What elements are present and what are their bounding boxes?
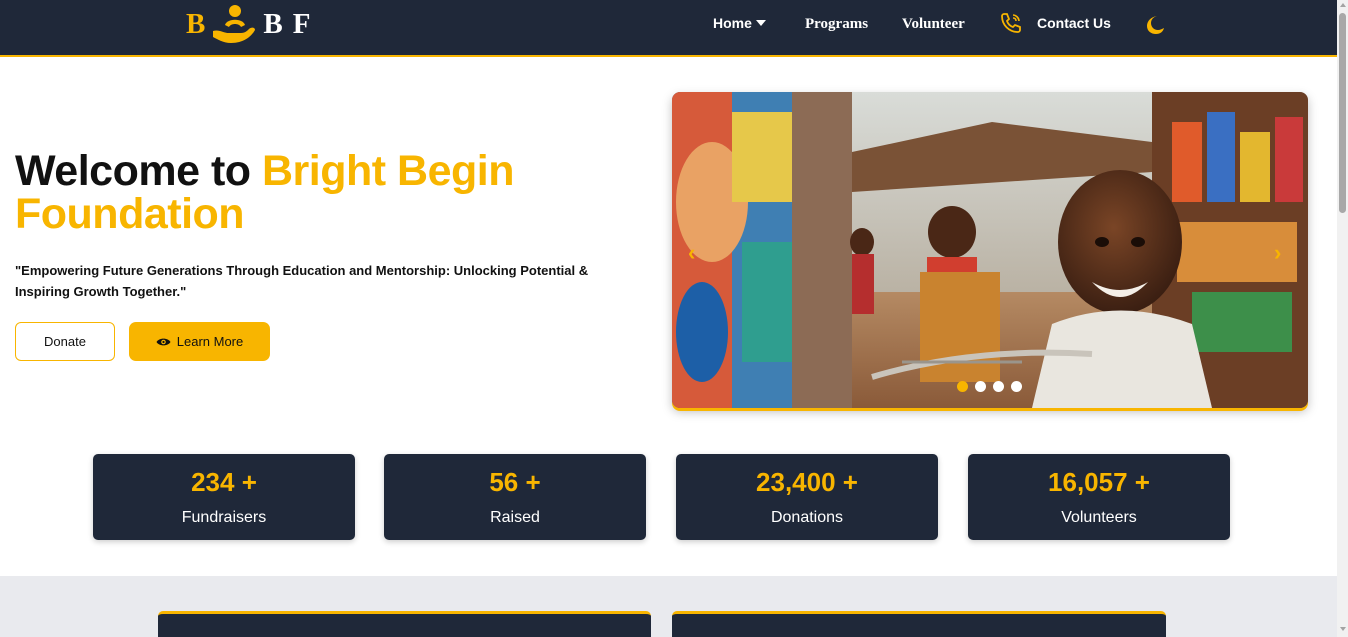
stat-label: Raised [490, 509, 540, 526]
stat-card-donations: 23,400 + Donations [676, 454, 938, 540]
scroll-down-arrow-icon[interactable] [1340, 627, 1346, 631]
scroll-up-arrow-icon[interactable] [1340, 3, 1346, 7]
nav-programs[interactable]: Programs [805, 16, 868, 33]
nav-home-label: Home [713, 15, 752, 31]
learn-more-button[interactable]: Learn More [129, 322, 270, 361]
learn-more-button-label: Learn More [176, 334, 244, 349]
carousel-dot-4[interactable] [1011, 381, 1022, 392]
nav-home[interactable]: Home [713, 15, 766, 31]
logo-letter-b: B [186, 7, 206, 40]
stat-card-fundraisers: 234 + Fundraisers [93, 454, 355, 540]
stat-value: 23,400 + [756, 467, 858, 497]
hero-title-plain: Welcome to [15, 147, 262, 195]
hero-title: Welcome to Bright Begin Foundation [15, 150, 514, 236]
hero-quote: "Empowering Future Generations Through E… [15, 263, 589, 299]
carousel-prev-arrow-icon[interactable]: ‹ [688, 240, 695, 266]
scrollbar-thumb[interactable] [1339, 13, 1346, 213]
donate-button[interactable]: Donate [15, 322, 115, 361]
chevron-down-icon [755, 20, 766, 26]
hand-heart-logo-icon [213, 5, 256, 43]
top-navbar: B B F Home Programs Volunteer Contact Us [0, 0, 1337, 57]
stat-label: Volunteers [1061, 509, 1137, 526]
carousel-dot-3[interactable] [993, 381, 1004, 392]
brand-logo[interactable]: B B F [186, 4, 310, 44]
program-card-right[interactable] [672, 611, 1166, 637]
carousel-indicators [957, 381, 1022, 392]
phone-icon [1001, 13, 1021, 33]
stat-label: Donations [770, 509, 844, 526]
moon-icon[interactable] [1144, 14, 1166, 36]
donate-button-label: Donate [44, 334, 86, 349]
carousel-dot-2[interactable] [975, 381, 986, 392]
stat-value: 234 + [191, 467, 257, 497]
hero-title-accent-second: Foundation [15, 190, 245, 238]
program-card-left[interactable] [158, 611, 651, 637]
eye-icon [156, 338, 171, 345]
hero-carousel[interactable]: ‹ › [672, 92, 1308, 408]
logo-letter-b-second: B [263, 7, 283, 40]
nav-contact-us[interactable]: Contact Us [1037, 15, 1111, 31]
carousel-next-arrow-icon[interactable]: › [1274, 240, 1281, 266]
stat-value: 56 + [489, 467, 541, 497]
carousel-dot-1[interactable] [957, 381, 968, 392]
stat-value: 16,057 + [1048, 467, 1150, 497]
nav-volunteer[interactable]: Volunteer [902, 16, 965, 33]
page-scrollbar[interactable] [1337, 0, 1348, 637]
hero-title-accent: Bright Begin [261, 147, 514, 195]
stat-card-raised: 56 + Raised [384, 454, 646, 540]
carousel-photo-children [672, 92, 1308, 408]
logo-letter-f: F [292, 7, 311, 40]
stat-card-volunteers: 16,057 + Volunteers [968, 454, 1230, 540]
stat-label: Fundraisers [181, 509, 267, 526]
page: B B F Home Programs Volunteer Contact Us [0, 0, 1348, 637]
